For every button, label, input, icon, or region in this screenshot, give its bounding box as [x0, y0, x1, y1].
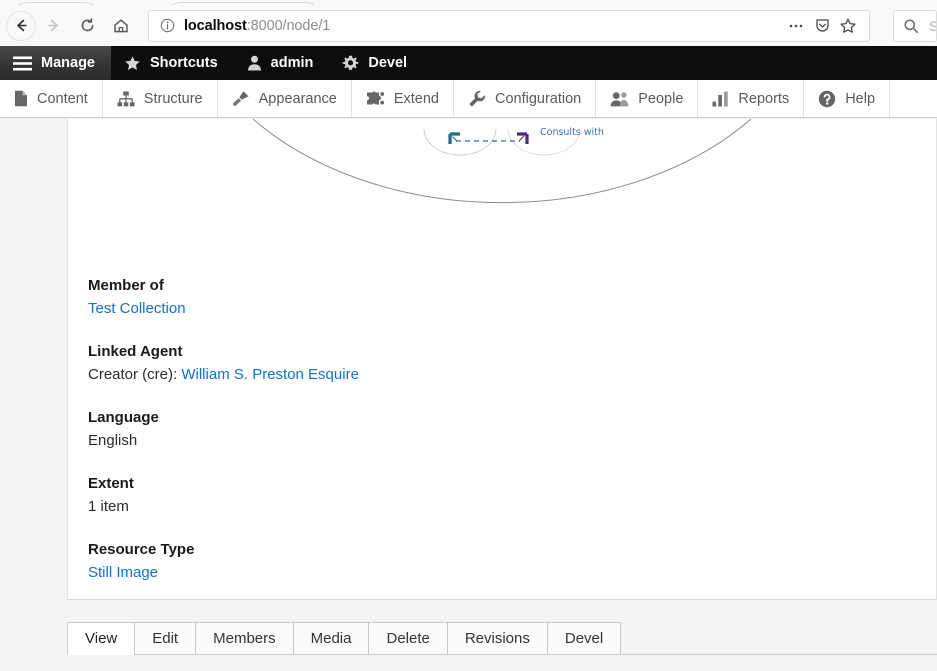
- tab-label: Edit: [152, 630, 178, 647]
- menu-item-label: Extend: [394, 91, 439, 107]
- field-resource-type: Resource Type Still Image: [88, 539, 788, 583]
- menu-item-appearance[interactable]: Appearance: [218, 80, 352, 117]
- star-icon: [124, 55, 141, 72]
- node-content-card: Consults with Member of Test Collection …: [67, 119, 937, 600]
- field-label: Language: [88, 407, 788, 428]
- field-language: Language English: [88, 407, 788, 451]
- reload-icon[interactable]: [70, 9, 104, 43]
- search-icon: [903, 18, 919, 34]
- admin-tab-shortcuts[interactable]: Shortcuts: [111, 46, 234, 80]
- local-task-tabs: View Edit Members Media Delete Revisions…: [67, 622, 937, 655]
- field-value-link[interactable]: Still Image: [88, 564, 158, 581]
- tab-view[interactable]: View: [67, 622, 135, 654]
- search-placeholder: S: [929, 18, 937, 34]
- wrench-icon: [468, 90, 486, 108]
- menu-item-people[interactable]: People: [596, 80, 698, 117]
- field-value-link[interactable]: William S. Preston Esquire: [181, 366, 359, 383]
- node-field-list: Member of Test Collection Linked Agent C…: [88, 275, 788, 605]
- field-value: Still Image: [88, 562, 788, 583]
- star-icon[interactable]: [835, 13, 861, 39]
- tab-members[interactable]: Members: [195, 622, 294, 654]
- url-bar[interactable]: localhost:8000/node/1: [148, 10, 870, 42]
- menu-item-configuration[interactable]: Configuration: [454, 80, 596, 117]
- tab-revisions[interactable]: Revisions: [447, 622, 548, 654]
- gear-icon: [342, 55, 359, 72]
- menu-bar-filler: [890, 80, 937, 117]
- url-text[interactable]: localhost:8000/node/1: [184, 18, 783, 34]
- url-host: localhost: [184, 18, 247, 34]
- menu-item-structure[interactable]: Structure: [103, 80, 218, 117]
- field-value: English: [88, 430, 788, 451]
- menu-item-reports[interactable]: Reports: [698, 80, 804, 117]
- forward-arrow-icon: [36, 9, 70, 43]
- tab-label: Delete: [386, 630, 429, 647]
- menu-item-label: People: [638, 91, 683, 107]
- field-value-prefix: Creator (cre):: [88, 366, 181, 383]
- field-member-of: Member of Test Collection: [88, 275, 788, 319]
- menu-item-label: Reports: [738, 91, 789, 107]
- shield-save-icon[interactable]: [809, 13, 835, 39]
- field-label: Extent: [88, 473, 788, 494]
- tab-label: View: [85, 630, 117, 647]
- tab-edit[interactable]: Edit: [134, 622, 196, 654]
- admin-toolbar: Manage Shortcuts admin Devel: [0, 46, 937, 80]
- home-icon[interactable]: [104, 9, 138, 43]
- tab-delete[interactable]: Delete: [368, 622, 447, 654]
- field-label: Member of: [88, 275, 788, 296]
- diagram-edge-label: Consults with: [540, 127, 604, 138]
- field-extent: Extent 1 item: [88, 473, 788, 517]
- admin-tab-manage[interactable]: Manage: [0, 46, 111, 80]
- field-value: Creator (cre): William S. Preston Esquir…: [88, 364, 788, 385]
- admin-tab-label: Shortcuts: [150, 55, 218, 71]
- admin-tab-devel[interactable]: Devel: [329, 46, 423, 80]
- question-circle-icon: [818, 90, 836, 108]
- menu-item-help[interactable]: Help: [804, 80, 890, 117]
- page-body: Consults with Member of Test Collection …: [0, 119, 937, 671]
- menu-item-label: Structure: [144, 91, 203, 107]
- menu-item-content[interactable]: Content: [0, 80, 103, 117]
- browser-chrome: localhost:8000/node/1: [0, 0, 937, 46]
- menu-item-extend[interactable]: Extend: [352, 80, 454, 117]
- menu-item-label: Configuration: [495, 91, 581, 107]
- admin-tab-label: admin: [271, 55, 314, 71]
- search-input[interactable]: S: [893, 10, 937, 42]
- field-value: Test Collection: [88, 298, 788, 319]
- tab-label: Members: [213, 630, 276, 647]
- relationship-diagram: Consults with: [68, 119, 936, 249]
- menu-item-label: Help: [845, 91, 875, 107]
- back-arrow-icon[interactable]: [6, 11, 36, 41]
- user-icon: [247, 55, 262, 71]
- admin-menu-bar: Content Structure Appearance: [0, 80, 937, 118]
- sitemap-icon: [117, 91, 135, 107]
- hamburger-icon: [13, 56, 32, 71]
- url-path: :8000/node/1: [247, 18, 330, 34]
- menu-item-label: Appearance: [259, 91, 337, 107]
- bar-chart-icon: [712, 91, 729, 107]
- tab-label: Revisions: [465, 630, 530, 647]
- paintbrush-icon: [232, 90, 250, 107]
- admin-tab-admin[interactable]: admin: [234, 46, 330, 80]
- people-icon: [610, 91, 629, 107]
- admin-tab-label: Devel: [368, 55, 407, 71]
- field-label: Resource Type: [88, 539, 788, 560]
- document-icon: [14, 90, 28, 107]
- field-value: 1 item: [88, 496, 788, 517]
- menu-item-label: Content: [37, 91, 88, 107]
- navigation-toolbar: localhost:8000/node/1: [0, 5, 937, 46]
- admin-tab-label: Manage: [41, 55, 95, 71]
- tab-media[interactable]: Media: [293, 622, 370, 654]
- puzzle-piece-icon: [366, 91, 385, 107]
- field-linked-agent: Linked Agent Creator (cre): William S. P…: [88, 341, 788, 385]
- tab-label: Devel: [565, 630, 603, 647]
- tab-label: Media: [311, 630, 352, 647]
- tab-devel[interactable]: Devel: [547, 622, 621, 654]
- ellipsis-icon[interactable]: [783, 13, 809, 39]
- info-circle-icon[interactable]: [160, 18, 175, 33]
- field-label: Linked Agent: [88, 341, 788, 362]
- field-value-link[interactable]: Test Collection: [88, 300, 186, 317]
